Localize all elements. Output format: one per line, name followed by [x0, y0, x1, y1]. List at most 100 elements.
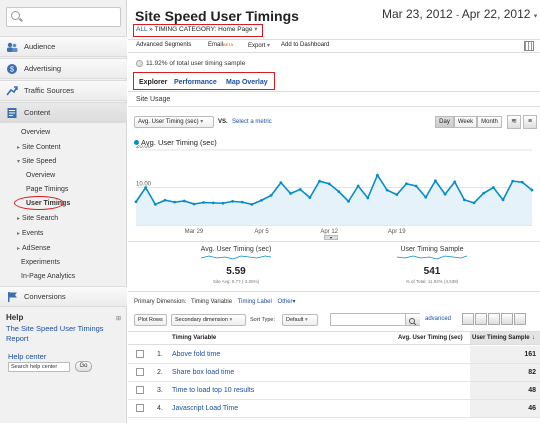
sidebar-site-search[interactable]: Site Search [17, 215, 58, 222]
tab-performance[interactable]: Performance [174, 79, 217, 86]
select-metric-link[interactable]: Select a metric [232, 119, 272, 125]
help-center-link[interactable]: Help center [8, 352, 46, 361]
sidebar-page-timings[interactable]: Page Timings [26, 186, 68, 193]
data-point[interactable] [472, 201, 476, 205]
data-point[interactable] [385, 188, 389, 192]
sidebar-speed-overview[interactable]: Overview [26, 172, 55, 179]
dim-timing-label[interactable]: Timing Label [238, 299, 272, 305]
data-point[interactable] [347, 199, 350, 203]
sort-type-select[interactable]: Default ▾ [282, 314, 318, 326]
row-name-link[interactable]: Time to load top 10 results [172, 387, 254, 394]
col-timing-variable[interactable]: Timing Variable [172, 335, 216, 341]
percentage-view-icon[interactable] [475, 313, 487, 325]
row-checkbox[interactable] [136, 350, 144, 358]
data-point[interactable] [453, 180, 457, 184]
grid-view-icon[interactable] [524, 41, 534, 51]
table-search-button[interactable] [405, 314, 420, 326]
data-point[interactable] [202, 201, 206, 204]
col-user-timing-sample[interactable]: User Timing Sample [472, 335, 530, 341]
row-checkbox[interactable] [136, 368, 144, 376]
export-button[interactable]: Export ▾ [248, 42, 270, 49]
collapse-icon[interactable]: ⊞ [116, 315, 121, 322]
data-point[interactable] [434, 179, 437, 183]
dim-timing-variable[interactable]: Timing Variable [191, 299, 232, 305]
sidebar-experiments[interactable]: Experiments [21, 259, 60, 266]
data-point[interactable] [356, 184, 360, 188]
data-point[interactable] [231, 199, 234, 203]
data-point[interactable] [462, 198, 466, 202]
data-point[interactable] [327, 182, 331, 186]
help-article-link[interactable]: The Site Speed User Timings Report [6, 324, 121, 344]
data-point[interactable] [192, 202, 196, 206]
data-point[interactable] [260, 198, 263, 202]
advanced-filter-link[interactable]: advanced [425, 316, 451, 322]
data-point[interactable] [289, 192, 292, 195]
data-point[interactable] [134, 200, 138, 204]
data-point[interactable] [211, 201, 215, 205]
sidebar-site-speed[interactable]: Site Speed [17, 158, 56, 165]
data-point[interactable] [182, 199, 186, 203]
data-point[interactable] [501, 198, 505, 202]
data-point[interactable] [491, 186, 495, 189]
data-point[interactable] [250, 202, 254, 206]
performance-view-icon[interactable] [488, 313, 500, 325]
sidebar-item-conversions[interactable]: Conversions [0, 286, 127, 307]
data-point[interactable] [405, 182, 408, 186]
period-month-button[interactable]: Month [477, 116, 502, 128]
chevron-down-icon[interactable]: ▾ [293, 299, 296, 305]
data-point[interactable] [395, 193, 399, 197]
data-point[interactable] [173, 200, 177, 204]
pivot-view-icon[interactable] [514, 313, 526, 325]
data-point[interactable] [240, 200, 244, 204]
date-range-picker[interactable]: Mar 23, 2012 - Apr 22, 2012 ▾ [382, 7, 537, 21]
row-name-link[interactable]: Javascript Load Time [172, 405, 238, 412]
plot-rows-button[interactable]: Plot Rows [134, 314, 167, 326]
sidebar-events[interactable]: Events [17, 230, 43, 237]
data-point[interactable] [530, 188, 534, 192]
data-point[interactable] [163, 198, 167, 202]
data-point[interactable] [520, 180, 524, 184]
email-button[interactable]: EmailBETA [208, 42, 233, 48]
tab-map-overlay[interactable]: Map Overlay [226, 79, 268, 86]
advanced-segments-button[interactable]: Advanced Segments [136, 42, 191, 48]
line-chart-icon[interactable]: ≋ [507, 115, 521, 129]
dim-other[interactable]: Other [278, 299, 293, 305]
data-point[interactable] [318, 179, 321, 183]
sidebar-in-page-analytics[interactable]: In-Page Analytics [21, 273, 75, 280]
data-point[interactable] [424, 195, 428, 199]
chart-resize-handle[interactable]: ▾ [324, 235, 338, 240]
add-to-dashboard-button[interactable]: Add to Dashboard [281, 42, 329, 48]
subtab-site-usage[interactable]: Site Usage [136, 96, 170, 103]
col-avg-user-timing[interactable]: Avg. User Timing (sec) [398, 335, 463, 341]
data-point[interactable] [414, 184, 418, 188]
period-week-button[interactable]: Week [454, 116, 477, 128]
sidebar-item-traffic-sources[interactable]: Traffic Sources [0, 80, 127, 101]
sidebar-content-overview[interactable]: Overview [21, 129, 50, 136]
help-go-button[interactable]: Go [75, 361, 92, 372]
period-day-button[interactable]: Day [435, 116, 454, 128]
row-name-link[interactable]: Above fold time [172, 351, 220, 358]
metric-selector[interactable]: Avg. User Timing (sec) ▾ [134, 116, 214, 128]
table-view-icon[interactable] [462, 313, 474, 325]
data-point[interactable] [298, 187, 302, 191]
sidebar-site-content[interactable]: Site Content [17, 144, 61, 151]
data-point[interactable] [482, 191, 486, 195]
data-point[interactable] [221, 201, 225, 205]
sidebar-item-audience[interactable]: Audience [0, 36, 127, 57]
row-checkbox[interactable] [136, 386, 144, 394]
data-point[interactable] [308, 196, 312, 200]
sort-desc-icon[interactable]: ↓ [532, 335, 535, 341]
data-point[interactable] [366, 196, 370, 200]
row-checkbox[interactable] [136, 404, 144, 412]
data-point[interactable] [279, 181, 283, 185]
data-point[interactable] [337, 190, 341, 194]
help-search-input[interactable]: Search help center [8, 362, 70, 372]
chevron-down-icon[interactable]: ▾ [254, 26, 257, 33]
data-point[interactable] [153, 202, 157, 206]
sidebar-adsense[interactable]: AdSense [17, 245, 50, 252]
data-point[interactable] [144, 186, 148, 189]
comparison-view-icon[interactable] [501, 313, 513, 325]
sidebar-item-advertising[interactable]: $ Advertising [0, 58, 127, 79]
data-point[interactable] [511, 179, 515, 183]
secondary-dimension-select[interactable]: Secondary dimension ▾ [171, 314, 246, 326]
